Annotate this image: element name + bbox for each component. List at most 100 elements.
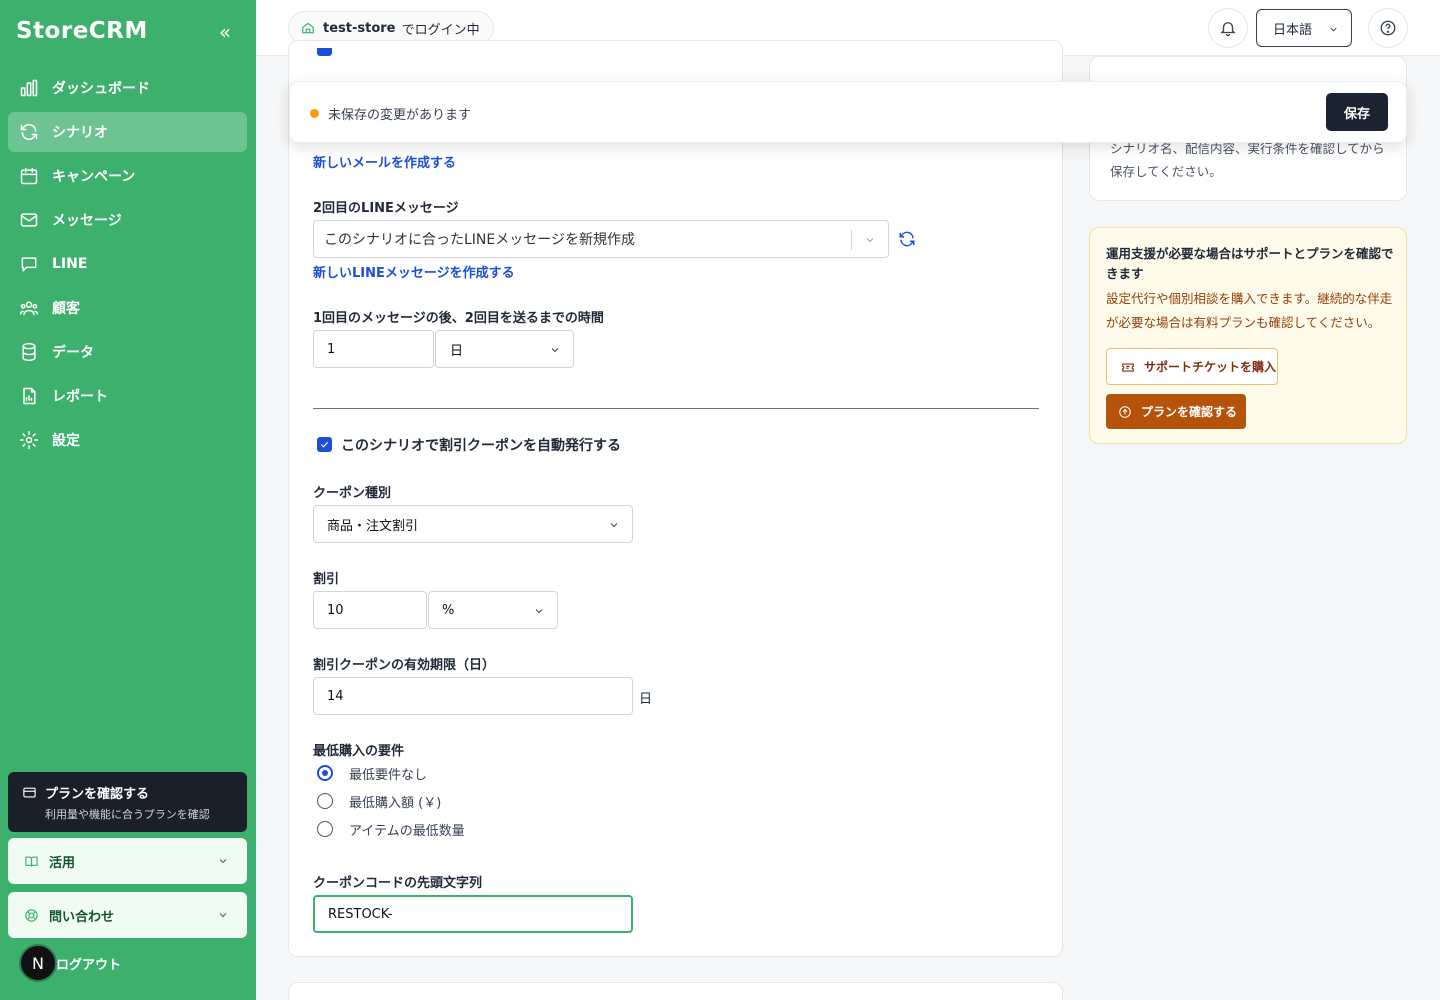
unsaved-changes-bar: 未保存の変更があります 保存: [289, 81, 1407, 143]
credit-card-icon: [23, 787, 36, 798]
chevron-down-icon: [1330, 27, 1337, 32]
buy-ticket-label: サポートチケットを購入: [1144, 360, 1277, 374]
line2-label: 2回目のLINEメッセージ: [313, 201, 459, 216]
sidebar-item-settings[interactable]: 設定: [8, 420, 247, 460]
support-lifebuoy-icon: [25, 908, 38, 922]
home-icon: [302, 22, 314, 34]
sidebar-item-label: データ: [52, 345, 94, 361]
divider: [313, 408, 1039, 409]
unsaved-message: 未保存の変更があります: [328, 108, 472, 123]
check-icon: [320, 441, 329, 448]
buy-ticket-button[interactable]: サポートチケットを購入: [1106, 348, 1278, 385]
prefix-input[interactable]: RESTOCK-: [313, 895, 633, 933]
expiry-label: 割引クーポンの有効期限（日）: [313, 658, 496, 673]
plan-card-subtitle: 利用量や機能に合うプランを確認: [45, 808, 210, 821]
arrow-up-circle-icon: [1119, 405, 1131, 418]
radio-min-amount[interactable]: [317, 793, 333, 809]
sidebar: StoreCRM « ダッシュボード シナリオ キャンペーン メッセージ LIN…: [0, 0, 256, 1000]
refresh-icon[interactable]: [898, 230, 916, 248]
radio-min-quantity[interactable]: [317, 821, 333, 837]
help-button[interactable]: [1368, 8, 1408, 48]
line2-select[interactable]: このシナリオに合ったLINEメッセージを新規作成: [313, 220, 889, 258]
sidebar-item-message[interactable]: メッセージ: [8, 200, 247, 240]
coupon-checkbox[interactable]: [317, 437, 332, 452]
save-info-text: シナリオ名、配信内容、実行条件を確認してから保存してください。: [1110, 141, 1385, 179]
gear-icon: [18, 429, 40, 451]
chevron-down-icon: [551, 348, 559, 353]
chevron-down-icon: [535, 609, 543, 614]
sidebar-item-label: 顧客: [52, 301, 80, 317]
sidebar-item-data[interactable]: データ: [8, 332, 247, 372]
sidebar-item-label: メッセージ: [52, 213, 122, 229]
collapse-sidebar-icon[interactable]: «: [214, 22, 236, 44]
coupon-checkbox-label[interactable]: このシナリオで割引クーポンを自動発行する: [341, 435, 621, 455]
radio-no-minimum[interactable]: [317, 765, 333, 781]
plan-card[interactable]: プランを確認する 利用量や機能に合うプランを確認: [8, 772, 247, 832]
notifications-button[interactable]: [1208, 8, 1248, 48]
check-plan-label: プランを確認する: [1141, 405, 1238, 419]
chart-bar-icon: [18, 77, 40, 99]
sidebar-item-label: LINE: [52, 256, 88, 272]
interval-unit-value: 日: [450, 343, 464, 359]
interval-unit-select[interactable]: 日: [435, 330, 574, 368]
sidebar-item-dashboard[interactable]: ダッシュボード: [8, 68, 247, 108]
radio-min-quantity-label[interactable]: アイテムの最低数量: [349, 820, 465, 839]
app-logo[interactable]: StoreCRM: [16, 18, 148, 44]
store-suffix: でログイン中: [401, 22, 480, 38]
sidebar-item-line[interactable]: LINE: [8, 244, 247, 284]
discount-input[interactable]: 10: [313, 591, 427, 629]
support-heading: 運用支援が必要な場合はサポートとプランを確認できます: [1106, 246, 1394, 281]
discount-label: 割引: [313, 572, 340, 587]
usage-label: 活用: [49, 855, 76, 871]
sidebar-nav: ダッシュボード シナリオ キャンペーン メッセージ LINE 顧客 データ レポ…: [8, 68, 247, 464]
sidebar-item-label: 設定: [52, 433, 80, 449]
partial-checkbox[interactable]: [317, 48, 332, 56]
book-open-icon: [25, 856, 38, 867]
store-name: test-store: [323, 20, 396, 36]
new-line-link[interactable]: 新しいLINEメッセージを作成する: [313, 262, 515, 281]
chat-bubble-icon: [18, 253, 40, 275]
discount-unit-value: %: [442, 602, 455, 618]
refresh-cycle-icon: [18, 121, 40, 143]
save-button[interactable]: 保存: [1326, 93, 1388, 131]
sidebar-item-scenario[interactable]: シナリオ: [8, 112, 247, 152]
sidebar-item-customers[interactable]: 顧客: [8, 288, 247, 328]
database-icon: [18, 341, 40, 363]
bell-icon: [1220, 22, 1236, 37]
question-circle-icon: [1380, 20, 1396, 36]
chevron-down-icon: [610, 523, 618, 528]
mail-icon: [18, 209, 40, 231]
logout-button[interactable]: ログアウト: [56, 954, 121, 973]
expiry-input[interactable]: 14: [313, 677, 633, 715]
chevron-down-icon: [219, 913, 227, 918]
ticket-icon: [1122, 363, 1134, 372]
check-plan-button[interactable]: プランを確認する: [1106, 394, 1246, 429]
new-email-link[interactable]: 新しいメールを作成する: [313, 152, 456, 171]
coupon-type-label: クーポン種別: [313, 486, 392, 501]
coupon-type-select[interactable]: 商品・注文割引: [313, 505, 633, 543]
avatar[interactable]: N: [19, 944, 57, 982]
report-file-icon: [18, 385, 40, 407]
discount-unit-select[interactable]: %: [428, 591, 558, 629]
sidebar-item-campaign[interactable]: キャンペーン: [8, 156, 247, 196]
min-req-label: 最低購入の要件: [313, 744, 405, 759]
usage-accordion[interactable]: 活用: [8, 838, 247, 884]
coupon-type-value: 商品・注文割引: [327, 518, 419, 534]
prefix-label: クーポンコードの先頭文字列: [313, 876, 483, 891]
users-icon: [18, 297, 40, 319]
radio-no-minimum-label[interactable]: 最低要件なし: [349, 764, 427, 783]
radio-min-amount-label[interactable]: 最低購入額 (￥): [349, 792, 441, 811]
sidebar-item-label: キャンペーン: [52, 169, 136, 185]
expiry-unit: 日: [639, 692, 653, 707]
language-select[interactable]: 日本語: [1256, 9, 1352, 47]
sidebar-item-label: レポート: [52, 389, 108, 405]
language-value: 日本語: [1273, 22, 1313, 38]
next-section-card: [288, 982, 1063, 1000]
calendar-icon: [18, 165, 40, 187]
interval-input[interactable]: 1: [313, 330, 434, 368]
contact-label: 問い合わせ: [49, 909, 115, 925]
sidebar-item-report[interactable]: レポート: [8, 376, 247, 416]
contact-accordion[interactable]: 問い合わせ: [8, 892, 247, 938]
warning-dot-icon: [310, 109, 319, 118]
support-text: 設定代行や個別相談を購入できます。継続的な伴走が必要な場合は有料プランも確認して…: [1106, 291, 1393, 330]
